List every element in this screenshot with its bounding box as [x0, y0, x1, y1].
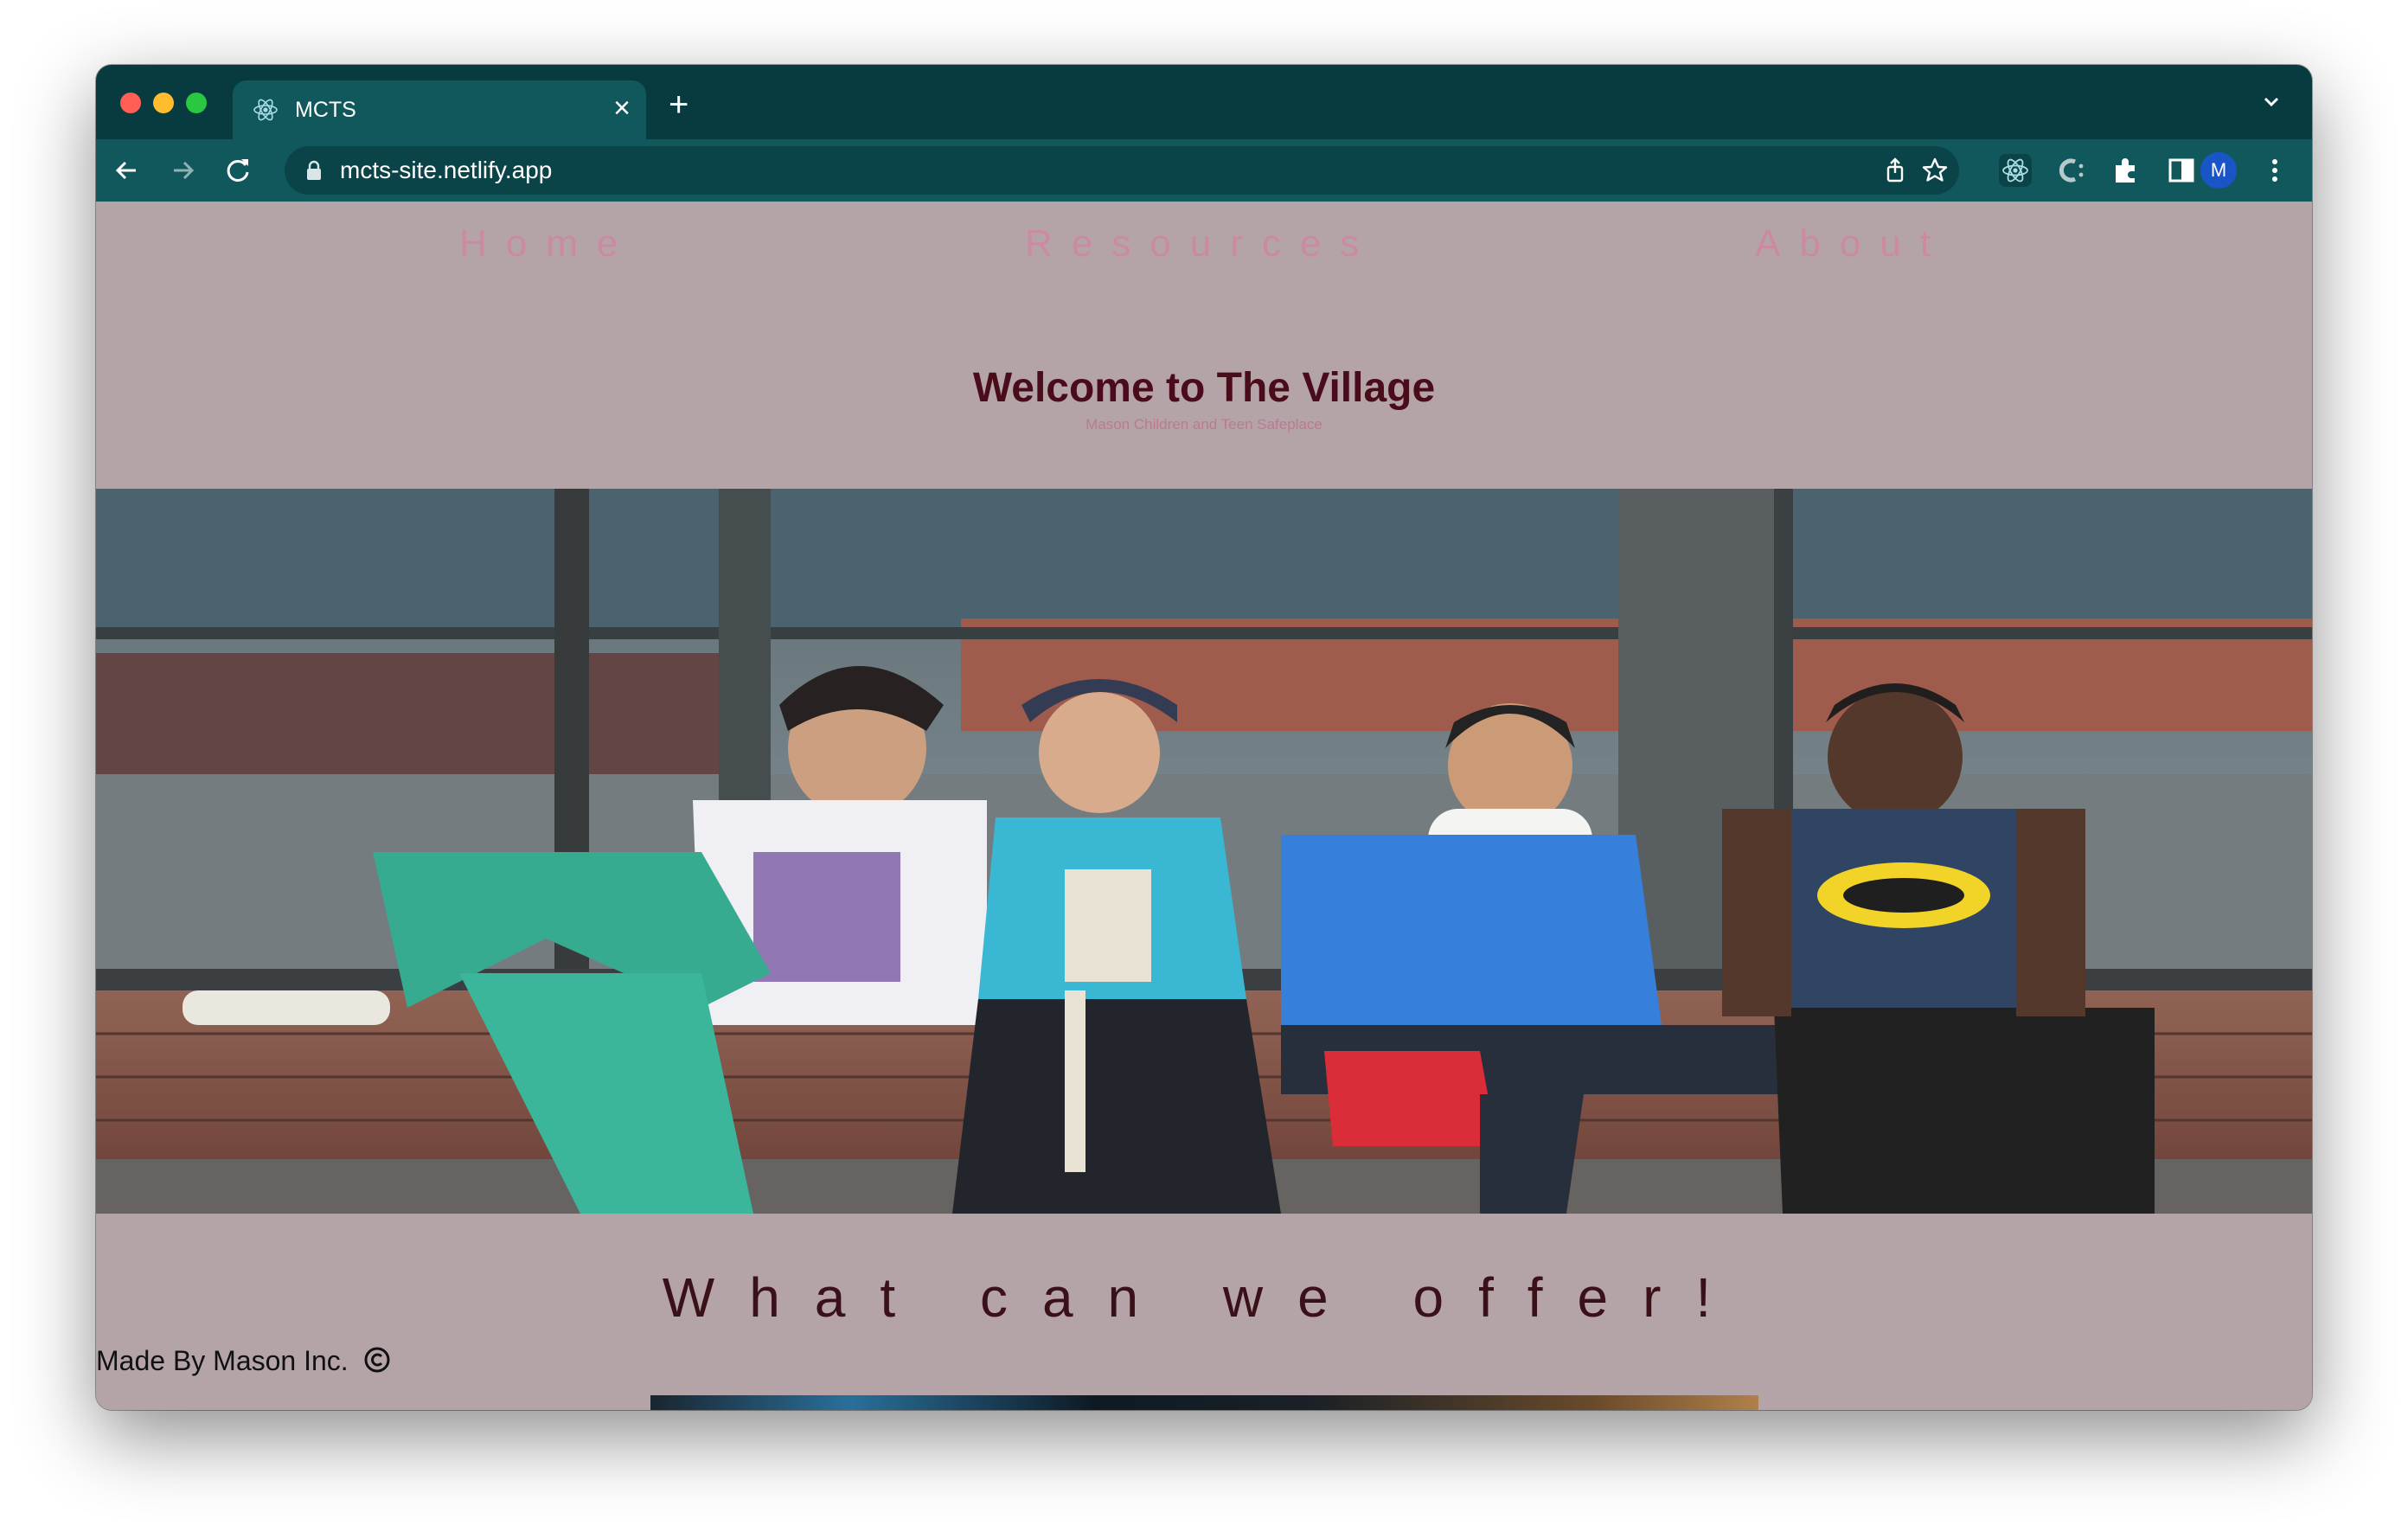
tab-strip: MCTS × + — [96, 65, 2312, 139]
profile-avatar[interactable]: M — [2200, 152, 2237, 189]
web-page: Home Resources About Welcome to The Vill… — [96, 202, 2312, 1410]
nav-link-resources[interactable]: Resources — [1025, 222, 1378, 266]
close-tab-icon[interactable]: × — [613, 93, 631, 124]
hero-subtitle: Mason Children and Teen Safeplace — [1086, 416, 1322, 433]
new-tab-button[interactable]: + — [669, 87, 688, 122]
nav-link-about[interactable]: About — [1755, 222, 1950, 266]
bookmark-star-icon[interactable] — [1919, 155, 1950, 186]
hero-title: Welcome to The Village — [972, 365, 1436, 411]
offer-photo — [650, 1395, 1758, 1410]
hero-photo — [96, 489, 2312, 1214]
css-extension-icon[interactable] — [2052, 151, 2090, 189]
browser-toolbar: mcts-site.netlify.app M — [96, 139, 2312, 202]
tab-title: MCTS — [295, 98, 356, 122]
address-bar[interactable]: mcts-site.netlify.app — [285, 146, 1959, 195]
footer-credit: Made By Mason Inc. — [96, 1345, 391, 1377]
zoom-window-button[interactable] — [186, 93, 207, 113]
react-icon — [253, 99, 278, 121]
nav-link-home[interactable]: Home — [459, 222, 637, 266]
offer-heading: What can we offer! — [662, 1266, 1746, 1329]
browser-window: MCTS × + mcts-site.netlify.app M Home Re… — [96, 65, 2312, 1410]
share-icon[interactable] — [1880, 155, 1911, 186]
lock-icon[interactable] — [305, 160, 323, 181]
close-window-button[interactable] — [120, 93, 141, 113]
minimize-window-button[interactable] — [153, 93, 174, 113]
active-tab[interactable]: MCTS × — [233, 80, 646, 139]
back-arrow-icon[interactable] — [108, 151, 146, 189]
extensions-puzzle-icon[interactable] — [2107, 151, 2145, 189]
reload-icon[interactable] — [219, 151, 257, 189]
forward-arrow-icon[interactable] — [163, 151, 202, 189]
chevron-down-icon[interactable] — [2257, 87, 2286, 117]
more-menu-icon[interactable] — [2256, 151, 2294, 189]
url-text[interactable]: mcts-site.netlify.app — [340, 157, 552, 184]
footer-credit-text: Made By Mason Inc. — [96, 1345, 349, 1376]
side-panel-icon[interactable] — [2162, 151, 2200, 189]
copyright-icon — [364, 1347, 390, 1373]
react-devtools-extension-icon[interactable] — [1996, 151, 2034, 189]
